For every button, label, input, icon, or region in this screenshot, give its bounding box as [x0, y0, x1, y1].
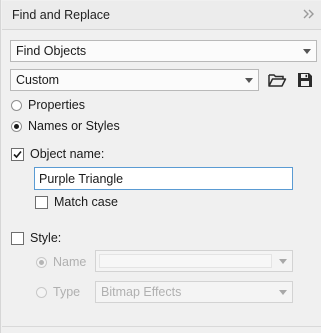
find-mode-dropdown[interactable]: Find Objects: [10, 40, 317, 62]
properties-radio[interactable]: Properties: [11, 97, 131, 115]
properties-radio-button[interactable]: [11, 100, 22, 111]
style-name-dropdown[interactable]: [95, 250, 293, 272]
style-name-label: Name: [53, 255, 87, 269]
panel-title: Find and Replace: [12, 8, 110, 22]
chevron-down-icon: [279, 259, 287, 264]
names-styles-radio[interactable]: Names or Styles: [11, 118, 151, 136]
names-styles-label: Names or Styles: [28, 119, 120, 133]
chevron-down-icon: [303, 49, 311, 54]
find-replace-panel: Find and Replace Find Objects Custom Pro…: [0, 0, 321, 333]
style-type-value: Bitmap Effects: [101, 285, 182, 299]
object-name-checkbox[interactable]: [11, 148, 24, 161]
preset-dropdown[interactable]: Custom: [10, 69, 259, 91]
panel-header: Find and Replace: [2, 1, 321, 30]
style-type-radio-button[interactable]: [36, 287, 47, 298]
names-styles-radio-button[interactable]: [11, 121, 22, 132]
properties-label: Properties: [28, 98, 85, 112]
chevron-down-icon: [245, 78, 253, 83]
object-name-input[interactable]: [34, 167, 293, 190]
style-type-radio[interactable]: Type: [36, 284, 91, 302]
match-case-label: Match case: [54, 195, 118, 209]
style-name-radio[interactable]: Name: [36, 254, 91, 272]
divider: [2, 326, 321, 327]
object-name-checkbox-row[interactable]: Object name:: [11, 146, 151, 164]
style-type-dropdown[interactable]: Bitmap Effects: [95, 281, 293, 303]
find-mode-value: Find Objects: [16, 44, 87, 58]
style-checkbox[interactable]: [11, 232, 24, 245]
folder-open-icon[interactable]: [267, 70, 287, 90]
save-disk-icon[interactable]: [295, 70, 315, 90]
chevron-down-icon: [279, 290, 287, 295]
style-checkbox-row[interactable]: Style:: [11, 230, 91, 248]
match-case-checkbox[interactable]: [35, 196, 48, 209]
object-name-label: Object name:: [30, 147, 105, 161]
style-name-radio-button[interactable]: [36, 257, 47, 268]
style-name-field: [99, 254, 272, 268]
double-chevron-right-icon[interactable]: [301, 7, 317, 23]
preset-value: Custom: [16, 73, 60, 87]
match-case-checkbox-row[interactable]: Match case: [35, 194, 145, 212]
style-type-label: Type: [53, 285, 81, 299]
style-label: Style:: [30, 231, 62, 245]
